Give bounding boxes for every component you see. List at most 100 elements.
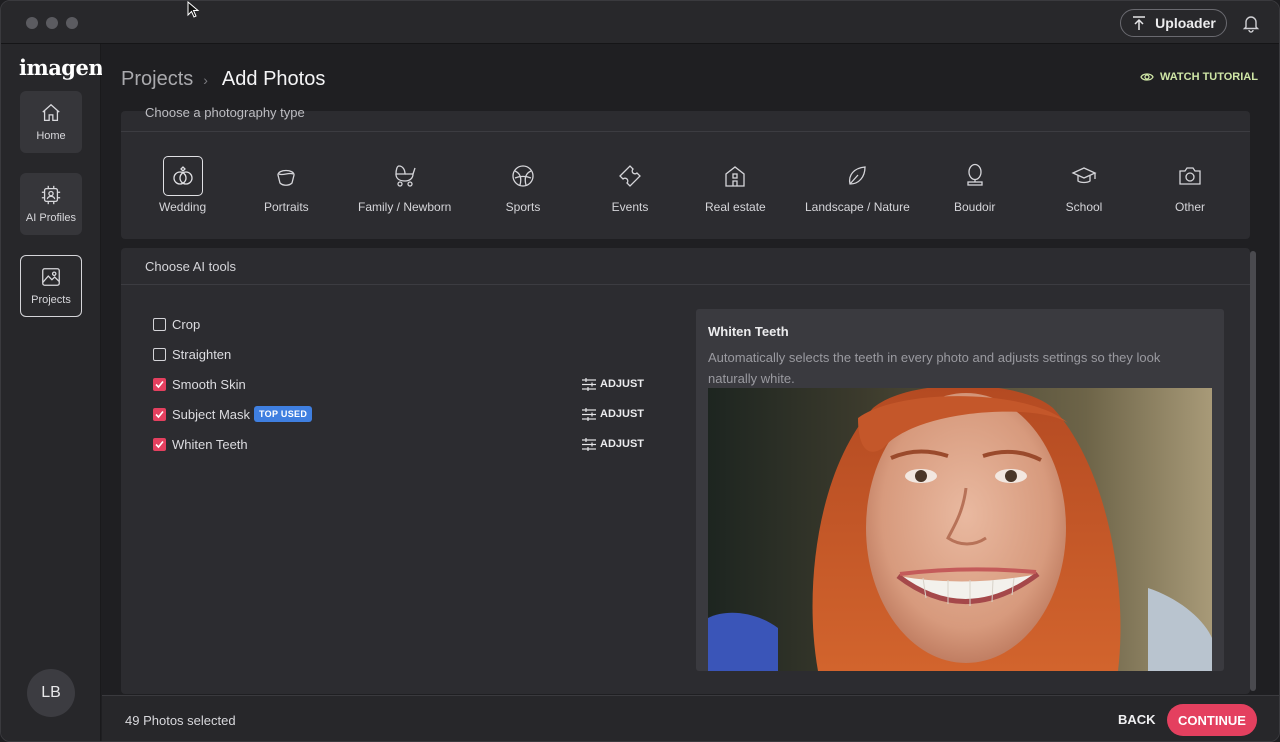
tool-label: Straighten — [172, 346, 232, 362]
preview-description: Automatically selects the teeth in every… — [708, 350, 1161, 386]
type-label: Portraits — [264, 200, 309, 214]
photography-type-heading: Choose a photography type — [145, 105, 305, 120]
type-family-newborn[interactable]: Family / Newborn — [358, 156, 451, 214]
page-title: Add Photos — [221, 68, 326, 90]
ball-icon — [512, 165, 534, 187]
ai-chip-icon — [41, 185, 61, 205]
ai-tools-heading: Choose AI tools — [145, 259, 237, 274]
type-other[interactable]: Other — [1170, 156, 1210, 214]
checkmark-icon — [155, 410, 164, 418]
tool-label: Subject Mask — [172, 406, 251, 422]
adjust-label: ADJUST — [600, 378, 645, 390]
preview-title: Whiten Teeth — [708, 324, 789, 339]
adjust-label: ADJUST — [600, 438, 645, 450]
smooth-skin-checkbox[interactable] — [153, 377, 166, 391]
crop-checkbox[interactable] — [153, 317, 166, 331]
sidebar-item-projects[interactable]: Projects — [20, 255, 82, 317]
zoom-window-button[interactable] — [66, 17, 78, 29]
breadcrumb-projects-link[interactable]: Projects — [121, 68, 193, 91]
sidebar-item-home[interactable]: Home — [20, 91, 82, 153]
type-events[interactable]: Events — [610, 156, 650, 214]
type-label: School — [1065, 200, 1103, 214]
sidebar-item-label: Home — [36, 130, 66, 142]
portrait-icon — [277, 169, 295, 186]
house-icon — [725, 166, 745, 187]
scroll-thumb[interactable] — [1250, 251, 1256, 691]
sidebar-item-ai-profiles[interactable]: AI Profiles — [20, 173, 82, 235]
tool-row-crop[interactable]: Crop — [153, 314, 200, 334]
type-real-estate[interactable]: Real estate — [705, 156, 766, 214]
photography-type-panel: Choose a photography type Wedding Portra… — [121, 105, 1250, 239]
adjust-smooth-skin-button[interactable]: ADJUST — [582, 374, 644, 394]
watch-tutorial-label: WATCH TUTORIAL — [1160, 71, 1258, 83]
sidebar-item-label: Projects — [31, 294, 71, 306]
main-content: Projects › Add Photos WATCH TUTORIAL Cho… — [102, 44, 1279, 694]
sliders-icon — [582, 377, 596, 391]
tool-row-subject-mask[interactable]: Subject Mask TOP USED — [153, 404, 313, 424]
rings-icon — [172, 166, 193, 185]
sliders-icon — [582, 407, 596, 421]
continue-button[interactable]: CONTINUE — [1167, 704, 1257, 736]
tool-label: Crop — [172, 316, 201, 332]
minimize-window-button[interactable] — [46, 17, 58, 29]
graduation-cap-icon — [1071, 167, 1097, 184]
upload-icon — [1133, 16, 1146, 30]
type-sports[interactable]: Sports — [503, 156, 543, 214]
type-label: Sports — [505, 200, 541, 214]
ticket-icon — [619, 165, 641, 187]
divider — [121, 284, 1250, 285]
sidebar-item-label: AI Profiles — [25, 212, 77, 224]
uploader-label: Uploader — [1155, 15, 1216, 31]
checkmark-icon — [155, 440, 164, 448]
type-portraits[interactable]: Portraits — [264, 156, 309, 214]
close-window-button[interactable] — [26, 17, 38, 29]
type-label: Landscape / Nature — [805, 200, 910, 214]
whiten-teeth-checkbox[interactable] — [153, 437, 166, 451]
type-boudoir[interactable]: Boudoir — [954, 156, 995, 214]
eye-icon — [1140, 73, 1154, 81]
breadcrumb: Projects › Add Photos — [121, 68, 325, 91]
type-label: Wedding — [159, 200, 207, 214]
preview-photo — [708, 388, 1212, 671]
type-label: Boudoir — [954, 200, 996, 214]
watch-tutorial-link[interactable]: WATCH TUTORIAL — [1140, 71, 1258, 83]
type-wedding[interactable]: Wedding — [159, 156, 206, 214]
type-label: Other — [1174, 200, 1205, 214]
tool-row-smooth-skin[interactable]: Smooth Skin — [153, 374, 246, 394]
sliders-icon — [582, 437, 596, 451]
uploader-button[interactable]: Uploader — [1120, 9, 1227, 37]
photos-selected-count: 49 Photos selected — [125, 713, 236, 728]
tool-row-whiten-teeth[interactable]: Whiten Teeth — [153, 434, 248, 454]
back-button[interactable]: BACK — [1118, 712, 1156, 727]
user-avatar[interactable]: LB — [27, 669, 75, 717]
app-logo: imagen — [19, 55, 104, 80]
leaf-icon — [849, 166, 867, 185]
chevron-right-icon: › — [203, 71, 208, 88]
tool-label: Whiten Teeth — [172, 436, 248, 452]
tool-label: Smooth Skin — [172, 376, 246, 392]
sidebar: imagen Home AI Profiles Projects LB — [1, 44, 104, 741]
ai-tools-panel: Choose AI tools Crop Straighten Smooth S… — [121, 248, 1250, 694]
bell-icon[interactable] — [1241, 13, 1261, 33]
home-icon — [42, 103, 60, 121]
subject-mask-checkbox[interactable] — [153, 407, 166, 421]
mouse-pointer-icon — [187, 1, 200, 18]
stroller-icon — [395, 165, 416, 187]
app-window: Uploader imagen Home AI Profiles Project… — [0, 0, 1280, 742]
divider — [121, 131, 1250, 132]
type-school[interactable]: School — [1064, 156, 1104, 214]
camera-icon — [1179, 167, 1201, 185]
scrollbar[interactable] — [1250, 251, 1256, 691]
adjust-label: ADJUST — [600, 408, 645, 420]
top-used-badge: TOP USED — [254, 406, 313, 422]
straighten-checkbox[interactable] — [153, 347, 166, 361]
adjust-whiten-teeth-button[interactable]: ADJUST — [582, 434, 644, 454]
footer-bar: 49 Photos selected BACK CONTINUE — [102, 695, 1279, 741]
type-label: Events — [611, 200, 649, 214]
tool-row-straighten[interactable]: Straighten — [153, 344, 231, 364]
adjust-subject-mask-button[interactable]: ADJUST — [582, 404, 644, 424]
checkmark-icon — [155, 380, 164, 388]
type-landscape-nature[interactable]: Landscape / Nature — [805, 156, 910, 214]
mirror-icon — [967, 163, 983, 186]
type-label: Family / Newborn — [358, 200, 452, 214]
